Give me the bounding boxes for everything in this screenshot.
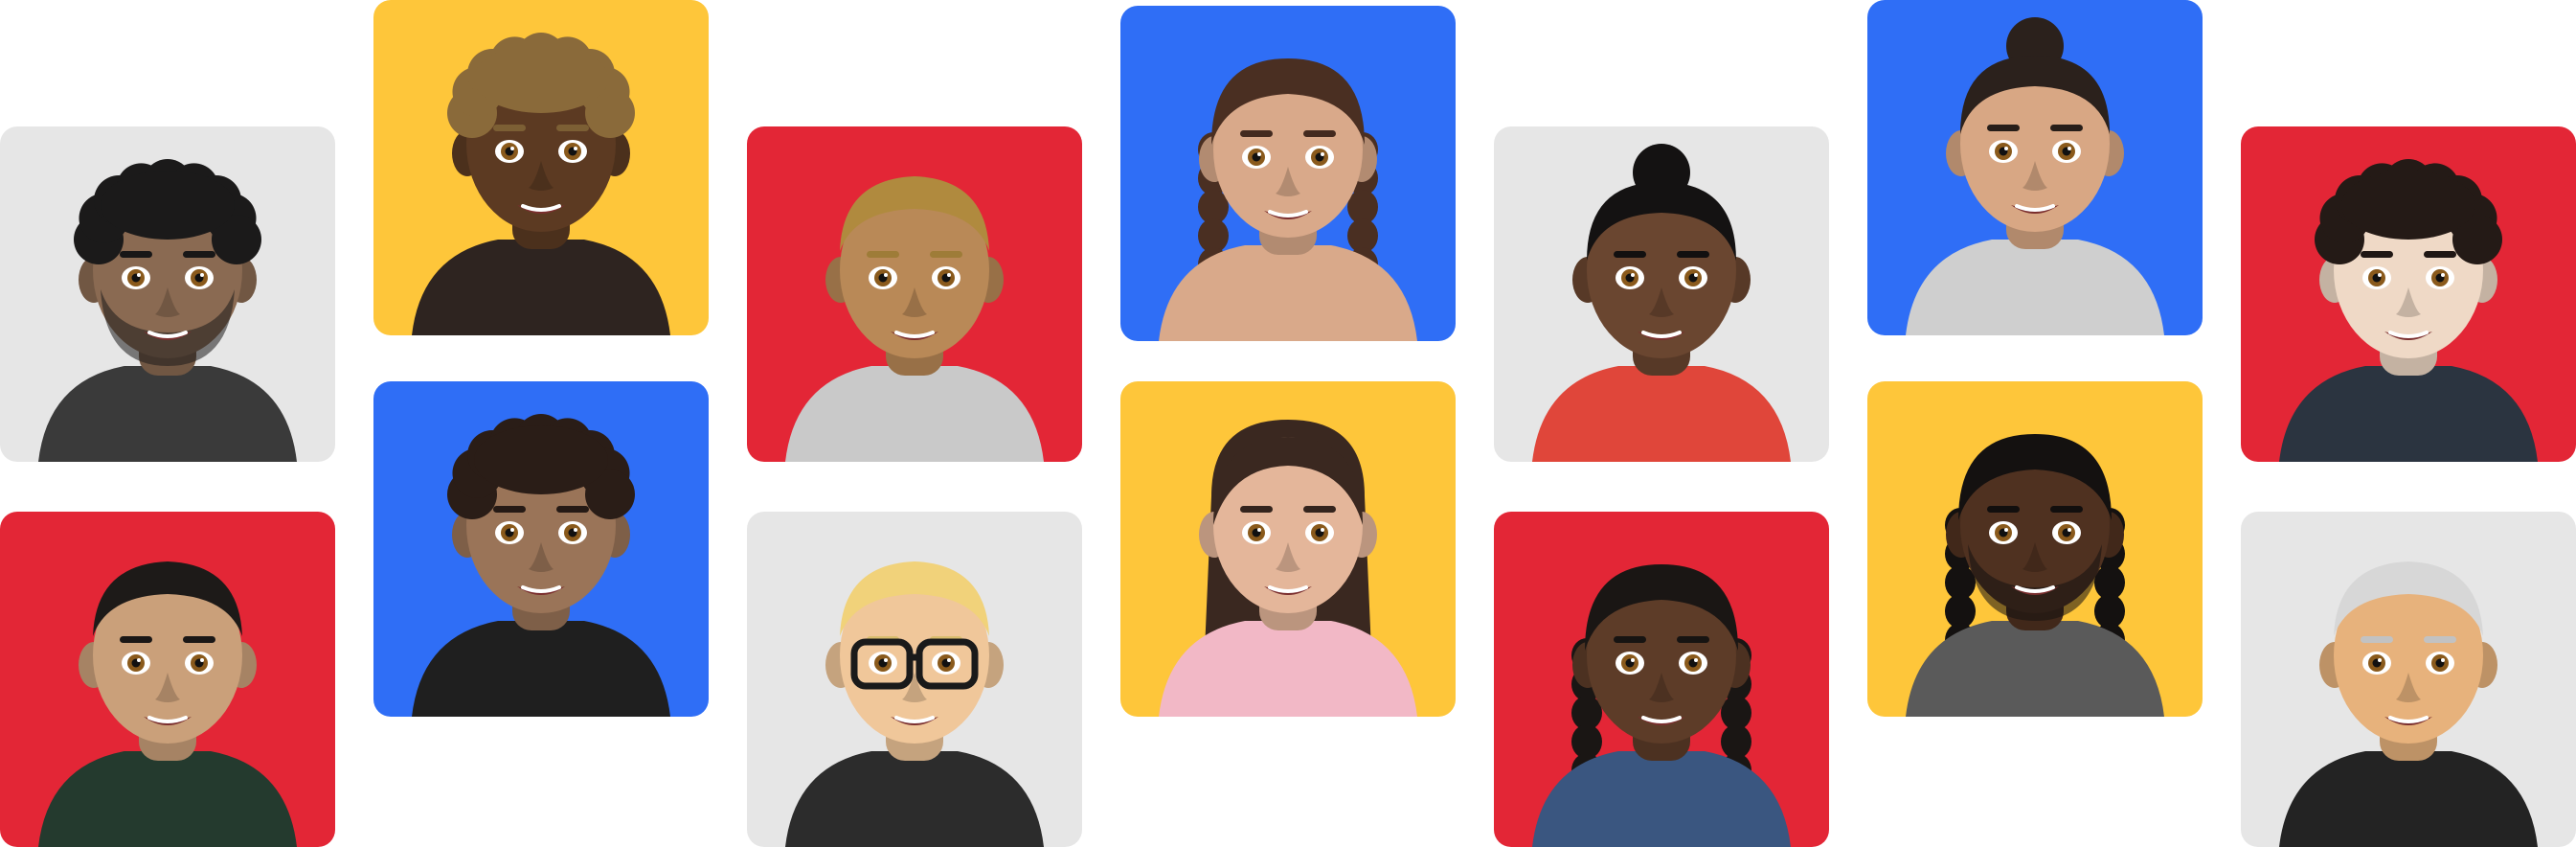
eye [1242, 146, 1271, 169]
memoji-avatar [1906, 17, 2164, 335]
avatar-tile [1494, 126, 1829, 462]
eye [1989, 521, 2018, 544]
eye [2426, 266, 2454, 289]
eye [1616, 652, 1644, 675]
memoji-avatar [2279, 561, 2538, 847]
memoji-avatar [412, 414, 670, 717]
memoji-avatar [785, 176, 1044, 462]
eye [1679, 266, 1707, 289]
eye [2362, 266, 2391, 289]
shirt [2279, 751, 2538, 847]
shirt [412, 240, 670, 335]
avatar-tile [747, 512, 1082, 847]
eyebrow [1240, 506, 1273, 513]
eyebrow [1987, 125, 2020, 131]
memoji-avatar [1159, 58, 1417, 341]
eye [869, 652, 897, 675]
eye [932, 266, 960, 289]
shirt [38, 366, 297, 462]
memoji-avatar [1532, 564, 1791, 847]
avatar-tile [0, 126, 335, 462]
avatar-tile [2241, 126, 2576, 462]
avatar-tile [373, 381, 709, 717]
memoji-avatar [38, 561, 297, 847]
memoji-avatar [2279, 159, 2538, 462]
eyebrow [556, 125, 589, 131]
eye [122, 266, 150, 289]
memoji-avatar [412, 33, 670, 335]
shirt [1532, 366, 1791, 462]
memoji-avatar [1906, 434, 2164, 717]
eyebrow [2361, 251, 2393, 258]
eye [558, 521, 587, 544]
shirt [412, 621, 670, 717]
eye [869, 266, 897, 289]
avatar-tile [1494, 512, 1829, 847]
avatar-tile [1120, 6, 1456, 341]
eyebrow [1987, 506, 2020, 513]
avatar-tile [1867, 381, 2203, 717]
eyebrow [1614, 636, 1646, 643]
eye [1989, 140, 2018, 163]
eye [122, 652, 150, 675]
eye [185, 266, 214, 289]
eyebrow [1240, 130, 1273, 137]
eyebrow [930, 251, 962, 258]
eye [558, 140, 587, 163]
eye [2426, 652, 2454, 675]
eyebrow [556, 506, 589, 513]
eye [185, 652, 214, 675]
avatar-tile [747, 126, 1082, 462]
eyebrow [1614, 251, 1646, 258]
shirt [1159, 245, 1417, 341]
eye [1305, 521, 1334, 544]
avatar-tile [1120, 381, 1456, 717]
shirt [1532, 751, 1791, 847]
memoji-avatar [38, 159, 297, 462]
eyebrow [183, 636, 215, 643]
memoji-avatar [785, 561, 1044, 847]
eye [1616, 266, 1644, 289]
eyebrow [120, 251, 152, 258]
eye [1679, 652, 1707, 675]
shirt [38, 751, 297, 847]
eye [1242, 521, 1271, 544]
eyebrow [2050, 506, 2083, 513]
eyebrow [2424, 636, 2456, 643]
avatar-tile [2241, 512, 2576, 847]
shirt [785, 751, 1044, 847]
eyebrow [1677, 636, 1709, 643]
eyebrow [2361, 636, 2393, 643]
avatar-tile [373, 0, 709, 335]
memoji-avatar [1532, 144, 1791, 462]
memoji-avatar [1159, 420, 1417, 717]
eyebrow [2050, 125, 2083, 131]
shirt [1906, 621, 2164, 717]
eyebrow [867, 251, 899, 258]
avatar-tile [1867, 0, 2203, 335]
shirt [785, 366, 1044, 462]
eyebrow [2424, 251, 2456, 258]
eyebrow [183, 251, 215, 258]
eyebrow [1677, 251, 1709, 258]
eye [932, 652, 960, 675]
eyebrow [493, 506, 526, 513]
avatar-tile [0, 512, 335, 847]
eye [2362, 652, 2391, 675]
eye [2052, 140, 2081, 163]
eye [495, 521, 524, 544]
shirt [2279, 366, 2538, 462]
eye [1305, 146, 1334, 169]
eye [495, 140, 524, 163]
eyebrow [1303, 130, 1336, 137]
shirt [1906, 240, 2164, 335]
eyebrow [1303, 506, 1336, 513]
eyebrow [493, 125, 526, 131]
eye [2052, 521, 2081, 544]
eyebrow [120, 636, 152, 643]
shirt [1159, 621, 1417, 717]
avatar-collage [0, 0, 2576, 847]
